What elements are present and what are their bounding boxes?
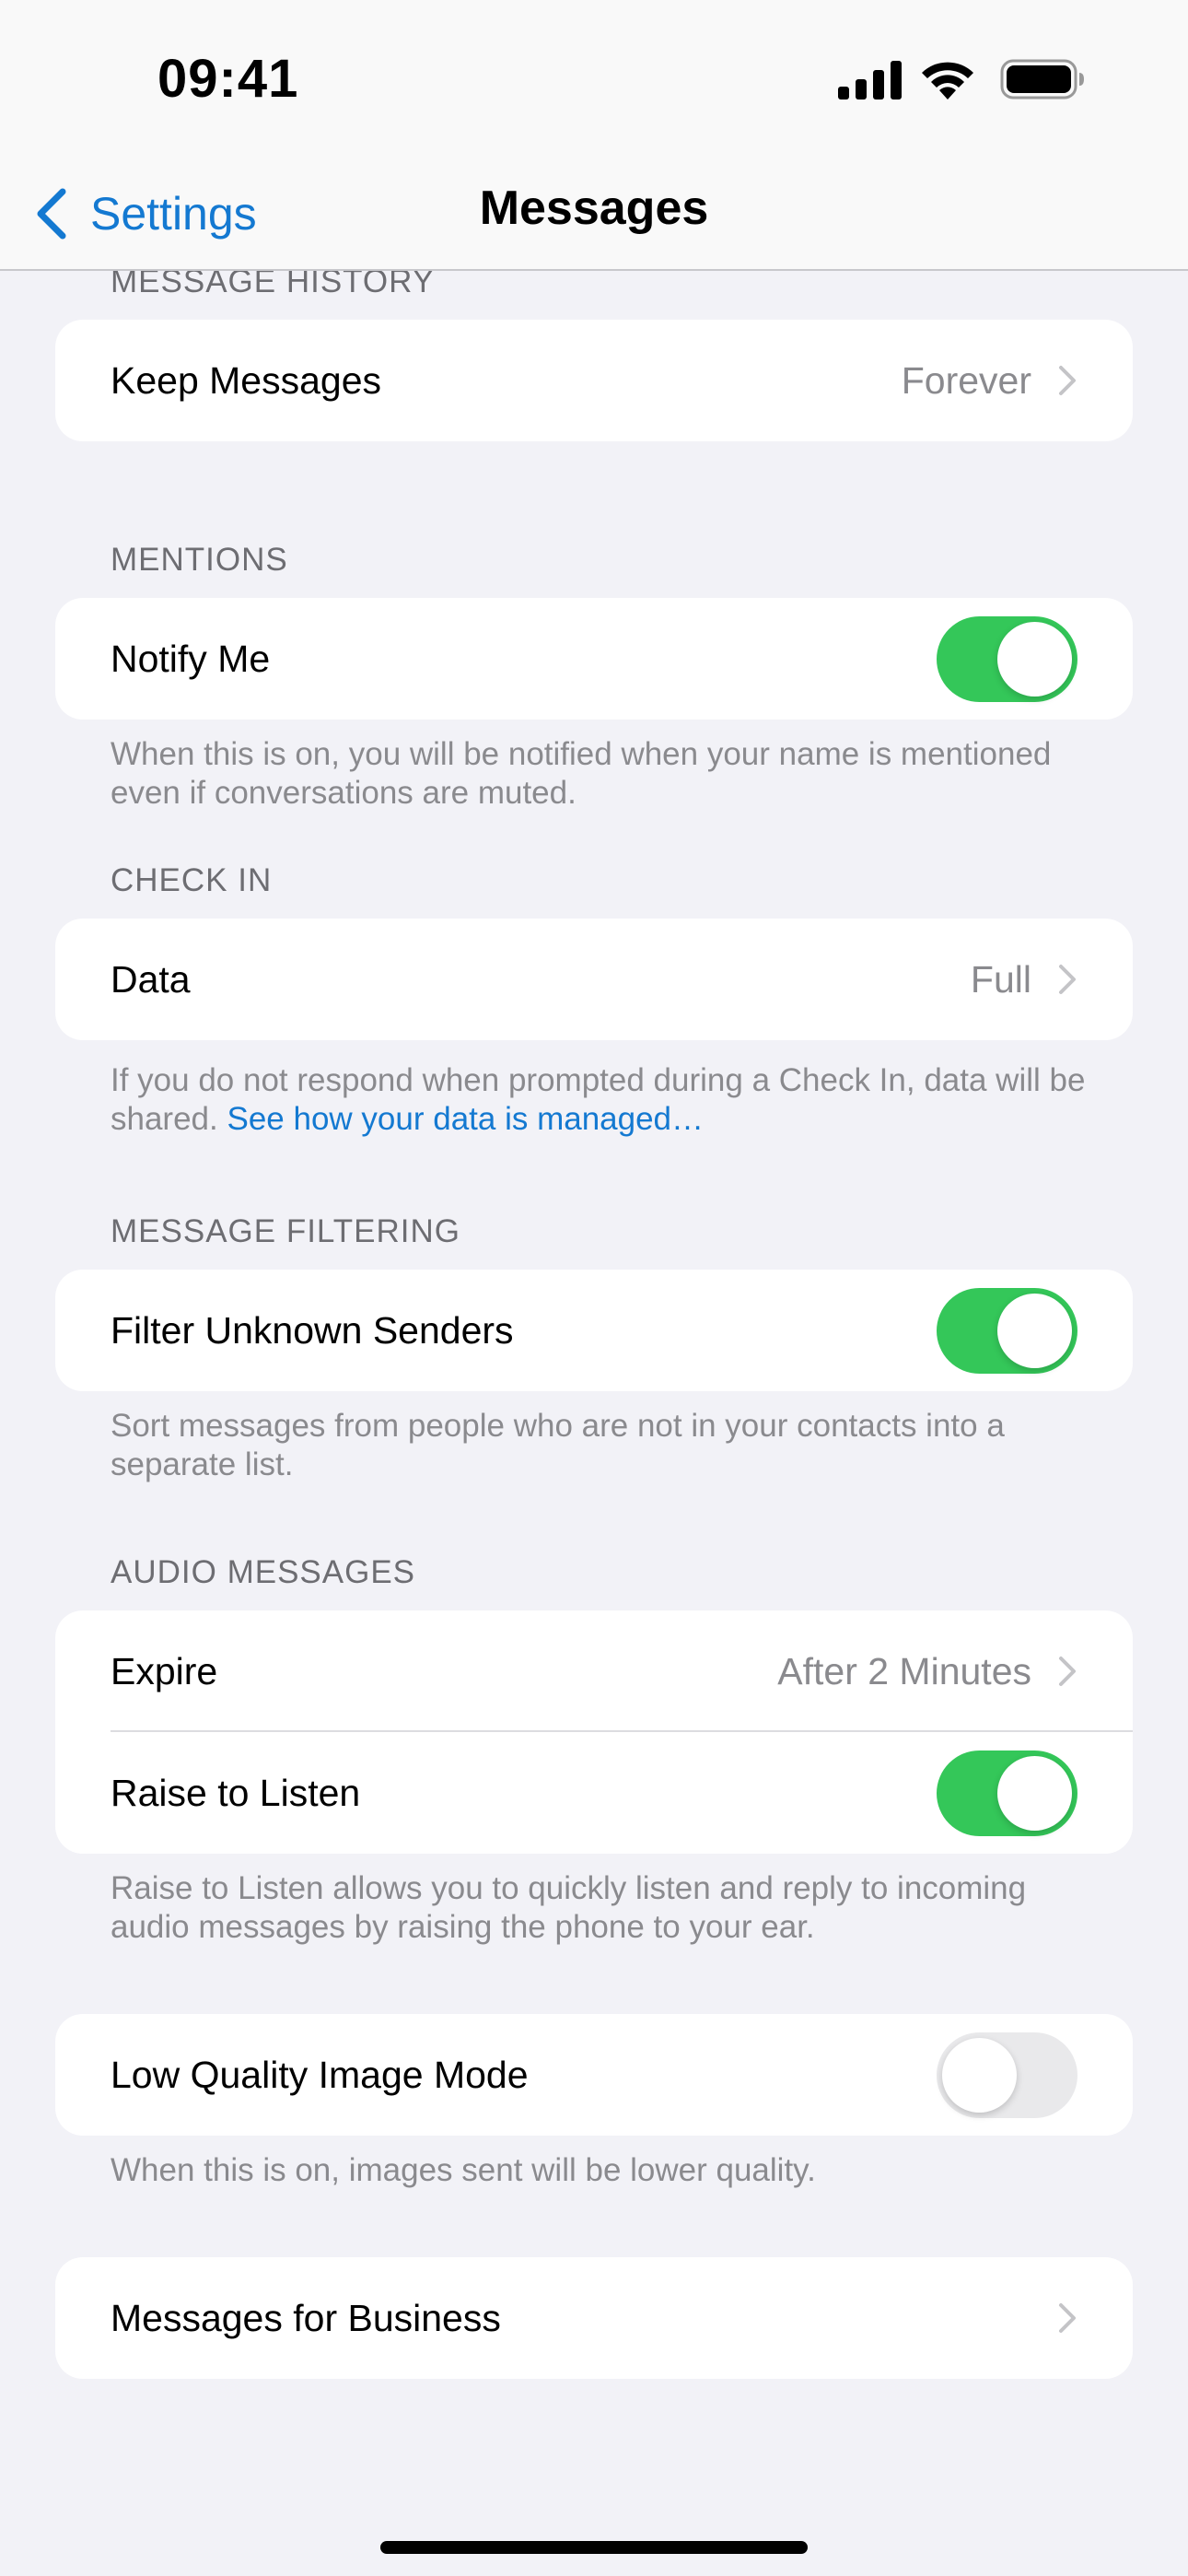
battery-full-icon bbox=[1000, 59, 1084, 100]
group-low-quality: Low Quality Image Mode bbox=[55, 2014, 1133, 2136]
expire-value: After 2 Minutes bbox=[777, 1650, 1031, 1692]
cellular-signal-icon bbox=[838, 61, 902, 100]
raise-to-listen-label: Raise to Listen bbox=[111, 1772, 361, 1814]
toggle-knob bbox=[997, 622, 1072, 697]
filter-unknown-toggle[interactable] bbox=[937, 1288, 1077, 1374]
top-bar: 09:41 Settings Messages bbox=[0, 0, 1188, 271]
status-time: 09:41 bbox=[157, 49, 299, 109]
toggle-knob bbox=[942, 2038, 1017, 2113]
mentions-footer: When this is on, you will be notified wh… bbox=[111, 736, 1052, 811]
check-in-footer: If you do not respond when prompted duri… bbox=[111, 1061, 1087, 1139]
raise-to-listen-toggle[interactable] bbox=[937, 1751, 1077, 1836]
data-row[interactable]: Data Full bbox=[55, 919, 1133, 1040]
chevron-right-icon bbox=[1059, 366, 1076, 395]
section-header-message-filtering: MESSAGE FILTERING bbox=[111, 1213, 461, 1249]
section-header-message-history: MESSAGE HISTORY bbox=[111, 271, 436, 299]
section-header-check-in: CHECK IN bbox=[111, 862, 273, 898]
low-quality-footer: When this is on, images sent will be low… bbox=[111, 2152, 816, 2188]
group-business: Messages for Business bbox=[55, 2257, 1133, 2379]
toggle-knob bbox=[997, 1756, 1072, 1831]
chevron-right-icon bbox=[1059, 1657, 1076, 1686]
group-message-history: Keep Messages Forever bbox=[55, 320, 1133, 441]
messages-settings-screen: 09:41 Settings Messages MESSAGE HISTORY … bbox=[0, 0, 1188, 2576]
filter-unknown-label: Filter Unknown Senders bbox=[111, 1309, 514, 1352]
data-managed-link[interactable]: See how your data is managed… bbox=[227, 1101, 704, 1137]
group-mentions: Notify Me bbox=[55, 598, 1133, 720]
group-message-filtering: Filter Unknown Senders bbox=[55, 1270, 1133, 1391]
group-audio-messages: Expire After 2 Minutes Raise to Listen bbox=[55, 1610, 1133, 1854]
messages-for-business-label: Messages for Business bbox=[111, 2297, 501, 2339]
section-header-audio-messages: AUDIO MESSAGES bbox=[111, 1554, 416, 1590]
chevron-right-icon bbox=[1059, 2303, 1076, 2333]
data-value: Full bbox=[970, 958, 1031, 1001]
keep-messages-value: Forever bbox=[901, 359, 1031, 402]
low-quality-label: Low Quality Image Mode bbox=[111, 2054, 529, 2096]
keep-messages-label: Keep Messages bbox=[111, 359, 382, 402]
filter-unknown-row: Filter Unknown Senders bbox=[55, 1270, 1133, 1391]
notify-me-label: Notify Me bbox=[111, 638, 271, 680]
toggle-knob bbox=[997, 1294, 1072, 1368]
chevron-right-icon bbox=[1059, 965, 1076, 994]
page-title: Messages bbox=[479, 181, 709, 235]
group-check-in: Data Full bbox=[55, 919, 1133, 1040]
section-header-mentions: MENTIONS bbox=[111, 542, 288, 578]
notify-me-toggle[interactable] bbox=[937, 616, 1077, 702]
keep-messages-row[interactable]: Keep Messages Forever bbox=[55, 320, 1133, 441]
audio-footer: Raise to Listen allows you to quickly li… bbox=[111, 1870, 1027, 1945]
low-quality-toggle[interactable] bbox=[937, 2032, 1077, 2118]
expire-label: Expire bbox=[111, 1650, 218, 1692]
expire-row[interactable]: Expire After 2 Minutes bbox=[55, 1610, 1133, 1732]
notify-me-row: Notify Me bbox=[55, 598, 1133, 720]
home-indicator[interactable] bbox=[380, 2541, 808, 2554]
filtering-footer: Sort messages from people who are not in… bbox=[111, 1408, 1005, 1482]
low-quality-row: Low Quality Image Mode bbox=[55, 2014, 1133, 2136]
messages-for-business-row[interactable]: Messages for Business bbox=[55, 2257, 1133, 2379]
wifi-icon bbox=[922, 62, 973, 100]
data-label: Data bbox=[111, 958, 191, 1001]
raise-to-listen-row: Raise to Listen bbox=[55, 1732, 1133, 1854]
settings-list[interactable]: MESSAGE HISTORY Keep Messages Forever ME… bbox=[0, 271, 1188, 2576]
